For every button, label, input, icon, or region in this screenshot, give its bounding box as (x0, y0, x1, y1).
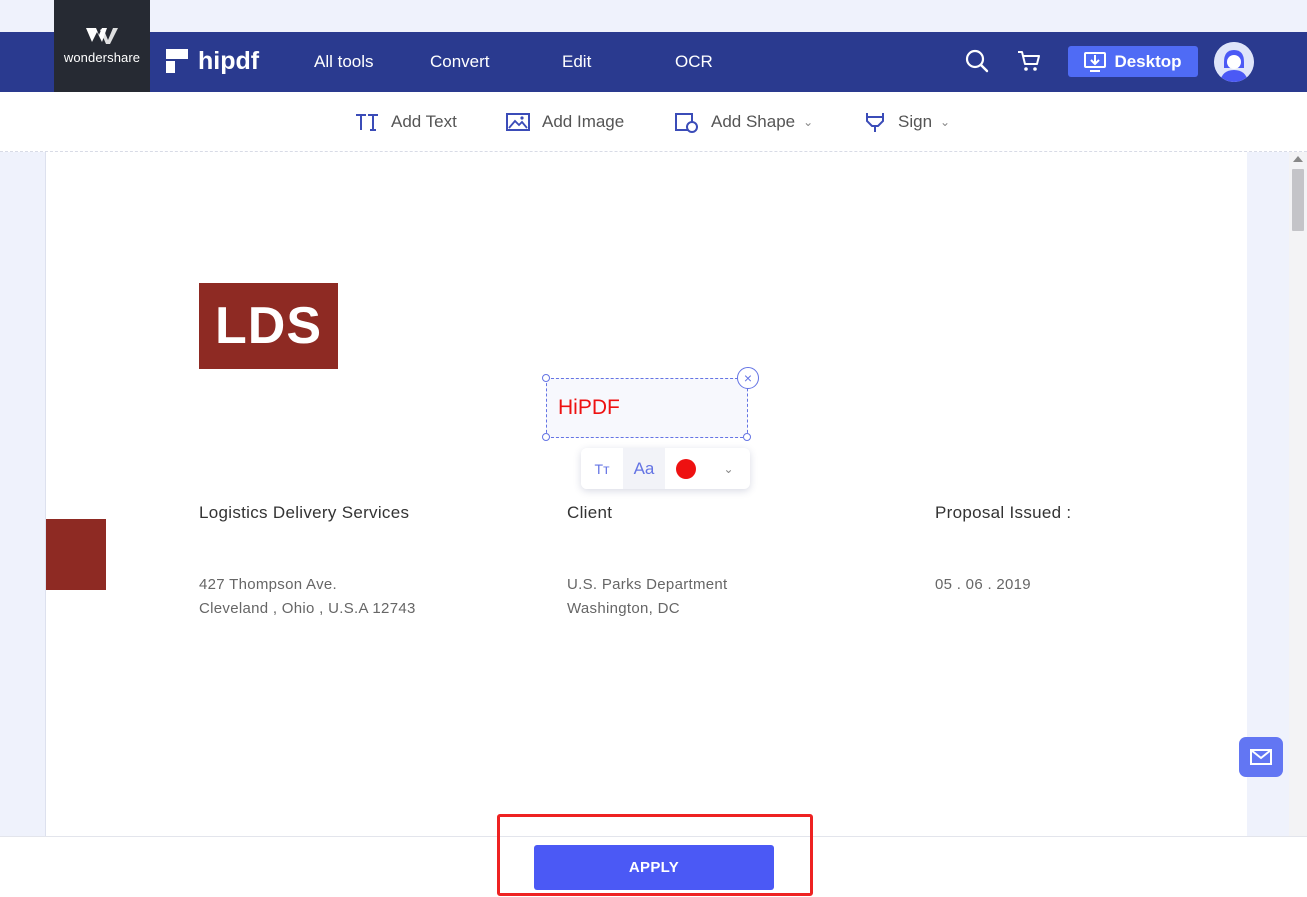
more-options-chevron-down-icon[interactable]: ⌄ (707, 448, 750, 489)
decorative-red-block (46, 519, 106, 590)
add-text-icon (356, 114, 378, 131)
sign-tool[interactable]: Sign ⌄ (864, 107, 950, 137)
add-text-tool[interactable]: Add Text (355, 107, 457, 137)
annotation-text[interactable]: HiPDF (558, 396, 620, 420)
add-shape-icon (675, 113, 698, 133)
nav-all-tools[interactable]: All tools (314, 52, 374, 72)
add-shape-tool[interactable]: Add Shape ⌄ (675, 107, 813, 137)
wondershare-text: wondershare (63, 50, 141, 65)
company-heading: Logistics Delivery Services (199, 503, 410, 522)
apply-highlight-frame (497, 814, 813, 896)
add-image-label: Add Image (542, 112, 625, 131)
resize-handle-bottom-right[interactable] (743, 433, 751, 441)
proposal-heading: Proposal Issued : (935, 503, 1072, 522)
sign-chevron-down-icon: ⌄ (940, 115, 951, 129)
pdf-page[interactable]: LDS Logistics Delivery Services 427 Thom… (45, 152, 1247, 836)
desktop-download-button[interactable]: Desktop (1068, 46, 1198, 77)
cart-icon[interactable] (1016, 48, 1042, 74)
search-icon[interactable] (964, 48, 990, 74)
client-heading: Client (567, 503, 613, 522)
sign-pen-icon (866, 113, 884, 132)
hipdf-logo[interactable]: hipdf (166, 46, 259, 76)
add-image-tool[interactable]: Add Image (506, 107, 624, 137)
feedback-mail-button[interactable] (1239, 737, 1283, 777)
hipdf-logo-icon (166, 49, 188, 73)
scrollbar-thumb[interactable] (1292, 169, 1304, 231)
wondershare-logo[interactable]: wondershare (54, 0, 150, 92)
nav-edit[interactable]: Edit (562, 52, 591, 72)
nav-ocr[interactable]: OCR (675, 52, 713, 72)
hipdf-logo-text: hipdf (198, 46, 260, 75)
add-image-icon (506, 113, 530, 131)
add-shape-chevron-down-icon: ⌄ (803, 115, 814, 129)
annotation-close-icon[interactable]: × (737, 367, 759, 389)
add-text-label: Add Text (391, 112, 457, 131)
desktop-button-label: Desktop (1114, 51, 1182, 71)
lds-logo: LDS (199, 283, 338, 369)
client-line1: U.S. Parks Department (567, 576, 728, 593)
font-size-icon[interactable]: Tт (581, 448, 623, 489)
desktop-download-icon (1084, 51, 1107, 72)
text-format-toolbar: Tт Aa ⌄ (581, 448, 750, 489)
font-family-icon[interactable]: Aa (623, 448, 665, 489)
wondershare-logo-icon (86, 28, 118, 44)
user-avatar[interactable] (1214, 42, 1254, 82)
client-line2: Washington, DC (567, 600, 680, 617)
nav-convert[interactable]: Convert (430, 52, 490, 72)
sign-label: Sign (898, 112, 933, 131)
add-shape-label: Add Shape (711, 112, 796, 131)
resize-handle-top-left[interactable] (542, 374, 550, 382)
scroll-up-arrow-icon[interactable] (1293, 156, 1303, 162)
text-annotation-box[interactable]: HiPDF × (542, 367, 759, 441)
edit-toolbar (0, 92, 1307, 152)
vertical-scrollbar[interactable] (1289, 152, 1307, 836)
proposal-date: 05 . 06 . 2019 (935, 576, 1031, 593)
resize-handle-bottom-left[interactable] (542, 433, 550, 441)
text-color-swatch[interactable] (665, 448, 707, 489)
company-address-line1: 427 Thompson Ave. (199, 576, 337, 593)
mail-icon (1250, 749, 1272, 765)
company-address-line2: Cleveland , Ohio , U.S.A 12743 (199, 600, 416, 617)
color-dot (676, 458, 696, 479)
